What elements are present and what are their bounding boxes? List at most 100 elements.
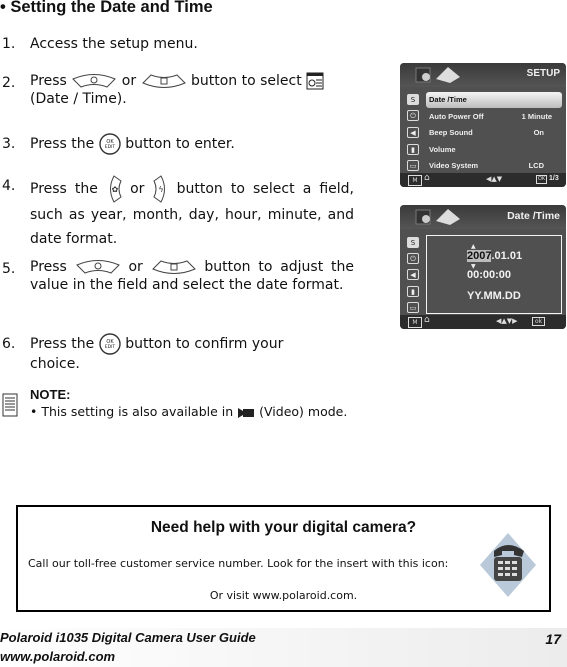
step-text: Press bbox=[30, 73, 67, 89]
down-delete-button-icon bbox=[151, 260, 196, 274]
menu-item-value: LCD bbox=[528, 161, 544, 170]
screen-header: SETUP bbox=[400, 63, 566, 87]
menu-item-label: Date /Time bbox=[429, 95, 467, 104]
note-body: • This setting is also available in (Vid… bbox=[30, 404, 347, 419]
menu-item-label: Auto Power Off bbox=[429, 112, 484, 121]
step-number: 2. bbox=[2, 75, 16, 91]
footer-url: www.polaroid.com bbox=[0, 649, 116, 664]
menu-button-icon: M bbox=[408, 175, 422, 186]
menu-item-video-system[interactable]: Video System LCD bbox=[426, 158, 562, 174]
date-format-field[interactable]: YY.MM.DD bbox=[467, 290, 521, 302]
screen-footer: M ⌂ ◀▲▼▶ ok bbox=[400, 315, 566, 329]
home-icon: ⌂ bbox=[424, 173, 430, 183]
menu-item-auto-power-off[interactable]: Auto Power Off 1 Minute bbox=[426, 109, 562, 125]
date-time-menu-icon: S bbox=[407, 94, 419, 105]
left-macro-button-icon: ✿ bbox=[110, 175, 122, 203]
volume-menu-icon: ▮ bbox=[407, 144, 419, 155]
note-title: NOTE: bbox=[30, 387, 71, 402]
menu-item-volume[interactable]: Volume bbox=[426, 142, 562, 158]
setup-tools-icon bbox=[415, 67, 460, 83]
guide-title: Polaroid i1035 Digital Camera User Guide bbox=[0, 630, 256, 645]
menu-item-beep-sound[interactable]: Beep Sound On bbox=[426, 125, 562, 141]
svg-text:EDIT: EDIT bbox=[105, 344, 116, 350]
power-menu-icon: ⏻ bbox=[407, 110, 419, 121]
svg-text:EDIT: EDIT bbox=[105, 144, 116, 150]
video-mode-icon bbox=[238, 407, 255, 418]
time-field[interactable]: 00:00:00 bbox=[467, 269, 511, 281]
help-text: Call our toll-free customer service numb… bbox=[28, 557, 449, 570]
increment-arrow-icon: ▲ bbox=[471, 243, 476, 250]
date-time-editor: ▲ 2007.01.01 ▼ 00:00:00 YY.MM.DD bbox=[426, 235, 562, 314]
step-text: button to select a field, bbox=[176, 181, 355, 197]
page-number: 17 bbox=[545, 631, 561, 647]
screen-title: Date /Time bbox=[507, 210, 560, 222]
video-system-menu-icon: ▭ bbox=[407, 302, 419, 313]
beep-menu-icon: ◀ bbox=[407, 127, 419, 138]
help-visit-text: Or visit www.polaroid.com. bbox=[209, 589, 358, 602]
step-text: button to adjust the bbox=[204, 259, 354, 275]
note-text: • This setting is also available in bbox=[30, 404, 234, 419]
right-flash-button-icon: ϟ bbox=[152, 175, 165, 203]
menu-item-value: 1 Minute bbox=[521, 112, 552, 121]
step-text: button to enter. bbox=[125, 136, 235, 152]
note-icon bbox=[2, 393, 18, 417]
step-text: Press the bbox=[30, 181, 98, 197]
down-delete-button-icon bbox=[141, 74, 186, 88]
step-text: button to select bbox=[191, 73, 302, 89]
step-number: 1. bbox=[2, 36, 16, 52]
menu-item-label: Beep Sound bbox=[429, 128, 473, 137]
step-number: 3. bbox=[2, 136, 16, 152]
date-time-menu-icon: S bbox=[407, 237, 419, 248]
nav-arrows-icon: ◀▲▼▶ bbox=[496, 317, 518, 325]
page-indicator: 1/3 bbox=[549, 175, 559, 182]
setup-menu-screen: SETUP S ⏻ ◀ ▮ ▭ Date /Time Auto Power Of… bbox=[400, 63, 566, 187]
svg-text:ϟ: ϟ bbox=[158, 185, 163, 194]
date-time-icon bbox=[306, 72, 324, 90]
step-text: Press bbox=[30, 259, 67, 275]
setup-tools-icon bbox=[415, 209, 460, 225]
power-menu-icon: ⏻ bbox=[407, 253, 419, 264]
step-text: (Date / Time). bbox=[30, 91, 127, 107]
step-text: such as year, month, day, hour, minute, … bbox=[30, 207, 354, 247]
ok-icon: OK bbox=[536, 175, 548, 184]
step-number: 4. bbox=[2, 178, 16, 194]
help-title: Need help with your digital camera? bbox=[150, 519, 417, 536]
menu-item-label: Video System bbox=[429, 161, 479, 170]
date-value: 2007.01.01 bbox=[467, 250, 522, 262]
screen-footer: M ⌂ ◀▲▼ OK 1/3 bbox=[400, 173, 566, 187]
beep-menu-icon: ◀ bbox=[407, 269, 419, 280]
or-text: or bbox=[121, 73, 137, 89]
ok-icon: ok bbox=[532, 317, 546, 326]
step-text: Access the setup menu. bbox=[30, 36, 198, 52]
up-timer-button-icon bbox=[72, 74, 117, 88]
step-number: 6. bbox=[2, 336, 16, 352]
ok-edit-button-icon: OKEDIT bbox=[99, 133, 121, 155]
svg-text:✿: ✿ bbox=[112, 185, 119, 194]
video-system-menu-icon: ▭ bbox=[407, 160, 419, 171]
or-text: or bbox=[128, 259, 143, 275]
step-text: button to confirm your bbox=[125, 336, 284, 352]
year-field[interactable]: 2007 bbox=[467, 250, 492, 262]
page-footer: Polaroid i1035 Digital Camera User Guide… bbox=[0, 628, 567, 667]
volume-menu-icon: ▮ bbox=[407, 286, 419, 297]
up-timer-button-icon bbox=[75, 260, 120, 274]
date-time-screen: Date /Time S ⏻ ◀ ▮ ▭ ▲ 2007.01.01 ▼ 00:0… bbox=[400, 205, 566, 329]
month-day-field[interactable]: .01.01 bbox=[491, 250, 522, 262]
or-text: or bbox=[130, 181, 145, 197]
step-number: 5. bbox=[2, 261, 16, 277]
step-text: choice. bbox=[30, 356, 80, 372]
section-title: • Setting the Date and Time bbox=[0, 0, 213, 16]
step-text: value in the field and select the date f… bbox=[30, 277, 344, 293]
nav-arrows-icon: ◀▲▼ bbox=[486, 175, 503, 183]
menu-button-icon: M bbox=[408, 317, 422, 328]
home-icon: ⌂ bbox=[424, 315, 430, 325]
step-text: Press the bbox=[30, 336, 95, 352]
note-text: (Video) mode. bbox=[259, 404, 348, 419]
screen-title: SETUP bbox=[526, 68, 560, 79]
menu-item-value: On bbox=[533, 128, 544, 137]
step-text: Press the bbox=[30, 136, 95, 152]
menu-item-date-time[interactable]: Date /Time bbox=[426, 92, 562, 108]
screen-header: Date /Time bbox=[400, 205, 566, 229]
menu-item-label: Volume bbox=[429, 145, 456, 154]
help-box: Need help with your digital camera? Call… bbox=[16, 505, 551, 612]
